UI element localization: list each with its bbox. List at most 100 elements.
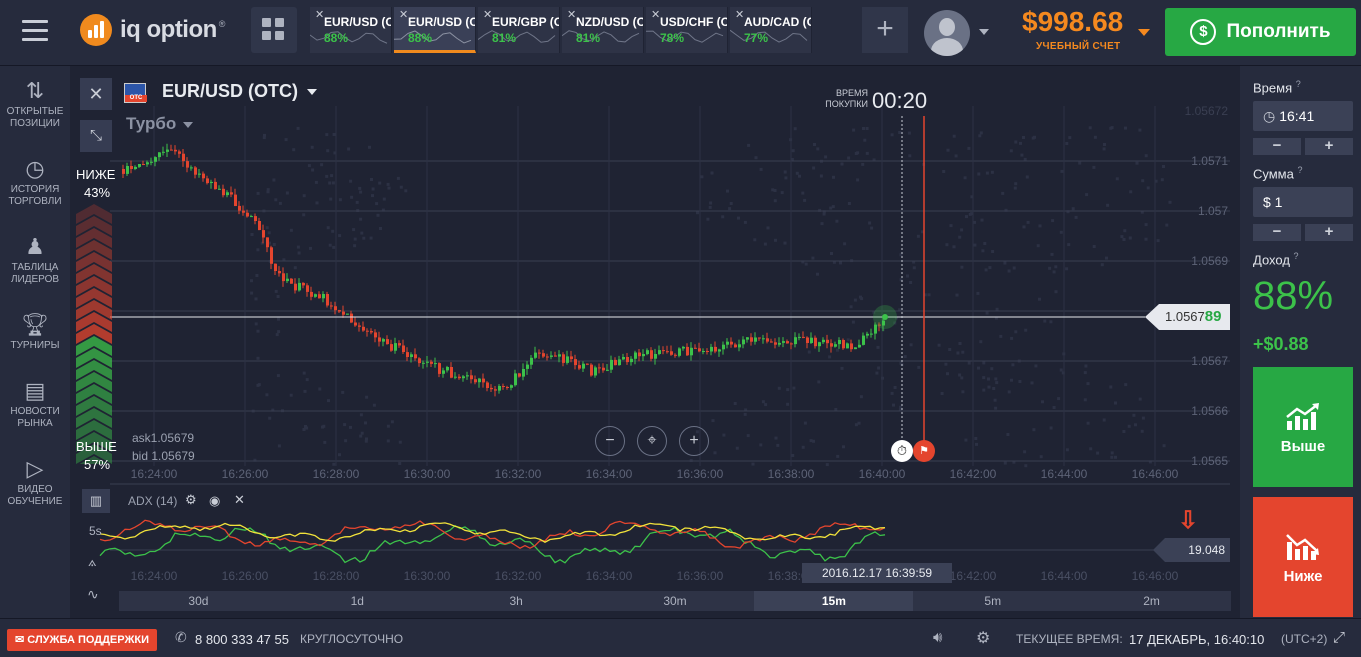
dollar-icon: $ <box>1190 19 1217 45</box>
map-dot <box>289 228 293 232</box>
add-tab-button[interactable]: + <box>862 7 908 53</box>
close-tab-icon[interactable]: ✕ <box>399 8 408 21</box>
sidebar-item-trade-history[interactable]: ◷ ИСТОРИЯ ТОРГОВЛИ <box>0 154 70 208</box>
time-increase-button[interactable]: + <box>1305 138 1353 155</box>
candle-body <box>122 169 125 174</box>
support-label: СЛУЖБА ПОДДЕРЖКИ <box>27 634 150 646</box>
menu-icon[interactable] <box>22 20 48 42</box>
asset-tab[interactable]: ✕AUD/CAD (OTC) 77% <box>730 7 812 53</box>
close-tab-icon[interactable]: ✕ <box>567 8 576 21</box>
candle-body <box>298 282 301 291</box>
map-dot <box>726 189 729 193</box>
sidebar-item-news[interactable]: ▤ НОВОСТИ РЫНКА <box>0 376 70 430</box>
close-tab-icon[interactable]: ✕ <box>315 8 324 21</box>
time-decrease-button[interactable]: − <box>1253 138 1301 155</box>
period-15m[interactable]: 15m <box>754 591 914 611</box>
candle-body <box>610 359 613 370</box>
timeframe-tag[interactable]: 5s <box>89 524 102 538</box>
close-tab-icon[interactable]: ✕ <box>483 8 492 21</box>
map-dot <box>368 145 371 149</box>
chart-type-icon[interactable]: ∿ <box>87 586 99 603</box>
candle-body <box>278 271 281 274</box>
asset-tab[interactable]: ✕USD/CHF (OTC) 78% <box>646 7 728 53</box>
candle-body <box>402 345 405 352</box>
phone-icon: ✆ <box>175 629 187 645</box>
candle-body <box>798 336 801 338</box>
time-tick-label: 16:28:00 <box>313 467 360 481</box>
support-button[interactable]: ✉ СЛУЖБА ПОДДЕРЖКИ <box>7 629 158 651</box>
period-3h[interactable]: 3h <box>437 591 596 611</box>
balance-caret-icon[interactable] <box>1138 29 1150 36</box>
balance-value[interactable]: $998.68 <box>1022 6 1123 38</box>
lower-button[interactable]: Ниже <box>1253 497 1353 617</box>
fullscreen-icon[interactable]: ⤢ <box>1333 629 1345 646</box>
indicator-remove-icon[interactable]: ✕ <box>234 492 245 508</box>
candle-body <box>662 350 665 352</box>
asset-tab[interactable]: ✕EUR/USD (OTC) 88% <box>394 7 476 53</box>
asset-tab[interactable]: ✕EUR/USD (OTC) 88% <box>310 7 392 53</box>
higher-button[interactable]: Выше <box>1253 367 1353 487</box>
time-tick-label: 16:44:00 <box>1041 467 1088 481</box>
amount-increase-button[interactable]: + <box>1305 224 1353 241</box>
close-chart-button[interactable]: ✕ <box>80 78 112 110</box>
period-2m[interactable]: 2m <box>1072 591 1231 611</box>
mode-selector[interactable]: Турбо <box>126 114 193 134</box>
amount-field[interactable]: $ 1 <box>1253 187 1353 217</box>
map-dot <box>318 387 322 391</box>
deposit-button[interactable]: $ Пополнить <box>1165 8 1356 56</box>
asset-tab[interactable]: ✕NZD/USD (OTC) 81% <box>562 7 644 53</box>
expiry-time-field[interactable]: ◷ 16:41 <box>1253 101 1353 131</box>
collapse-icon[interactable]: ⤡ <box>80 120 112 152</box>
all-assets-grid-button[interactable] <box>251 7 297 53</box>
sidebar-item-leaderboard[interactable]: ♟ ТАБЛИЦА ЛИДЕРОВ <box>0 232 70 286</box>
map-dot <box>1110 455 1114 459</box>
period-30m[interactable]: 30m <box>596 591 755 611</box>
asset-tab[interactable]: ✕EUR/GBP (OTC) 81% <box>478 7 560 53</box>
profile-caret-icon[interactable] <box>979 29 989 35</box>
avatar[interactable] <box>924 10 970 56</box>
close-tab-icon[interactable]: ✕ <box>735 8 744 21</box>
asset-selector[interactable]: EUR/USD (OTC) <box>162 81 318 102</box>
zoom-in-button[interactable]: + <box>679 426 709 456</box>
period-30d[interactable]: 30d <box>119 591 278 611</box>
trend-down-icon <box>1286 534 1319 560</box>
indicator-settings-icon[interactable]: ⚙ <box>185 492 197 508</box>
map-dot <box>903 355 907 359</box>
map-dot <box>1144 237 1148 241</box>
info-icon: ? <box>1293 251 1299 261</box>
map-dot <box>847 202 851 205</box>
map-dot <box>278 201 282 205</box>
candle-body <box>494 389 497 391</box>
sidebar-item-video[interactable]: ▷ ВИДЕО ОБУЧЕНИЕ <box>0 454 70 508</box>
indicators-icon[interactable]: ▥ <box>82 489 110 513</box>
sidebar-item-tournaments[interactable]: 🏆︎ ТУРНИРЫ <box>0 310 70 352</box>
map-dot <box>256 356 260 360</box>
zoom-out-button[interactable]: − <box>595 426 625 456</box>
candle-body <box>470 375 473 380</box>
map-dot <box>978 134 982 138</box>
candle-body <box>394 343 397 351</box>
candle-body <box>598 367 601 369</box>
tab-asset-name: NZD/USD (OTC) <box>576 15 643 29</box>
map-dot <box>1067 243 1071 247</box>
settings-icon[interactable]: ⚙ <box>976 628 990 648</box>
map-dot <box>327 399 330 403</box>
amount-decrease-button[interactable]: − <box>1253 224 1301 241</box>
sidebar-item-open-positions[interactable]: ⇅ ОТКРЫТЫЕ ПОЗИЦИИ <box>0 76 70 130</box>
map-dot <box>332 133 336 136</box>
logo[interactable]: iq option ® <box>80 14 225 46</box>
indicator-visibility-icon[interactable]: ◉ <box>209 493 220 509</box>
period-5m[interactable]: 5m <box>913 591 1072 611</box>
support-phone[interactable]: 8 800 333 47 55 <box>195 632 289 647</box>
drawing-tools-icon[interactable]: ⟑ <box>88 553 97 570</box>
sound-icon[interactable]: 🔊︎ <box>933 629 942 646</box>
close-tab-icon[interactable]: ✕ <box>651 8 660 21</box>
center-crosshair-icon[interactable]: ⌖ <box>637 426 667 456</box>
candle-body <box>538 352 541 354</box>
period-1d[interactable]: 1d <box>278 591 437 611</box>
chart-area[interactable]: 1.056721.05711.0571.05691.05681.05671.05… <box>70 66 1240 618</box>
map-dot <box>1074 215 1078 219</box>
map-dot <box>382 197 386 201</box>
map-dot <box>795 171 799 175</box>
price-chart[interactable]: 1.056721.05711.0571.05691.05681.05671.05… <box>70 66 1240 618</box>
